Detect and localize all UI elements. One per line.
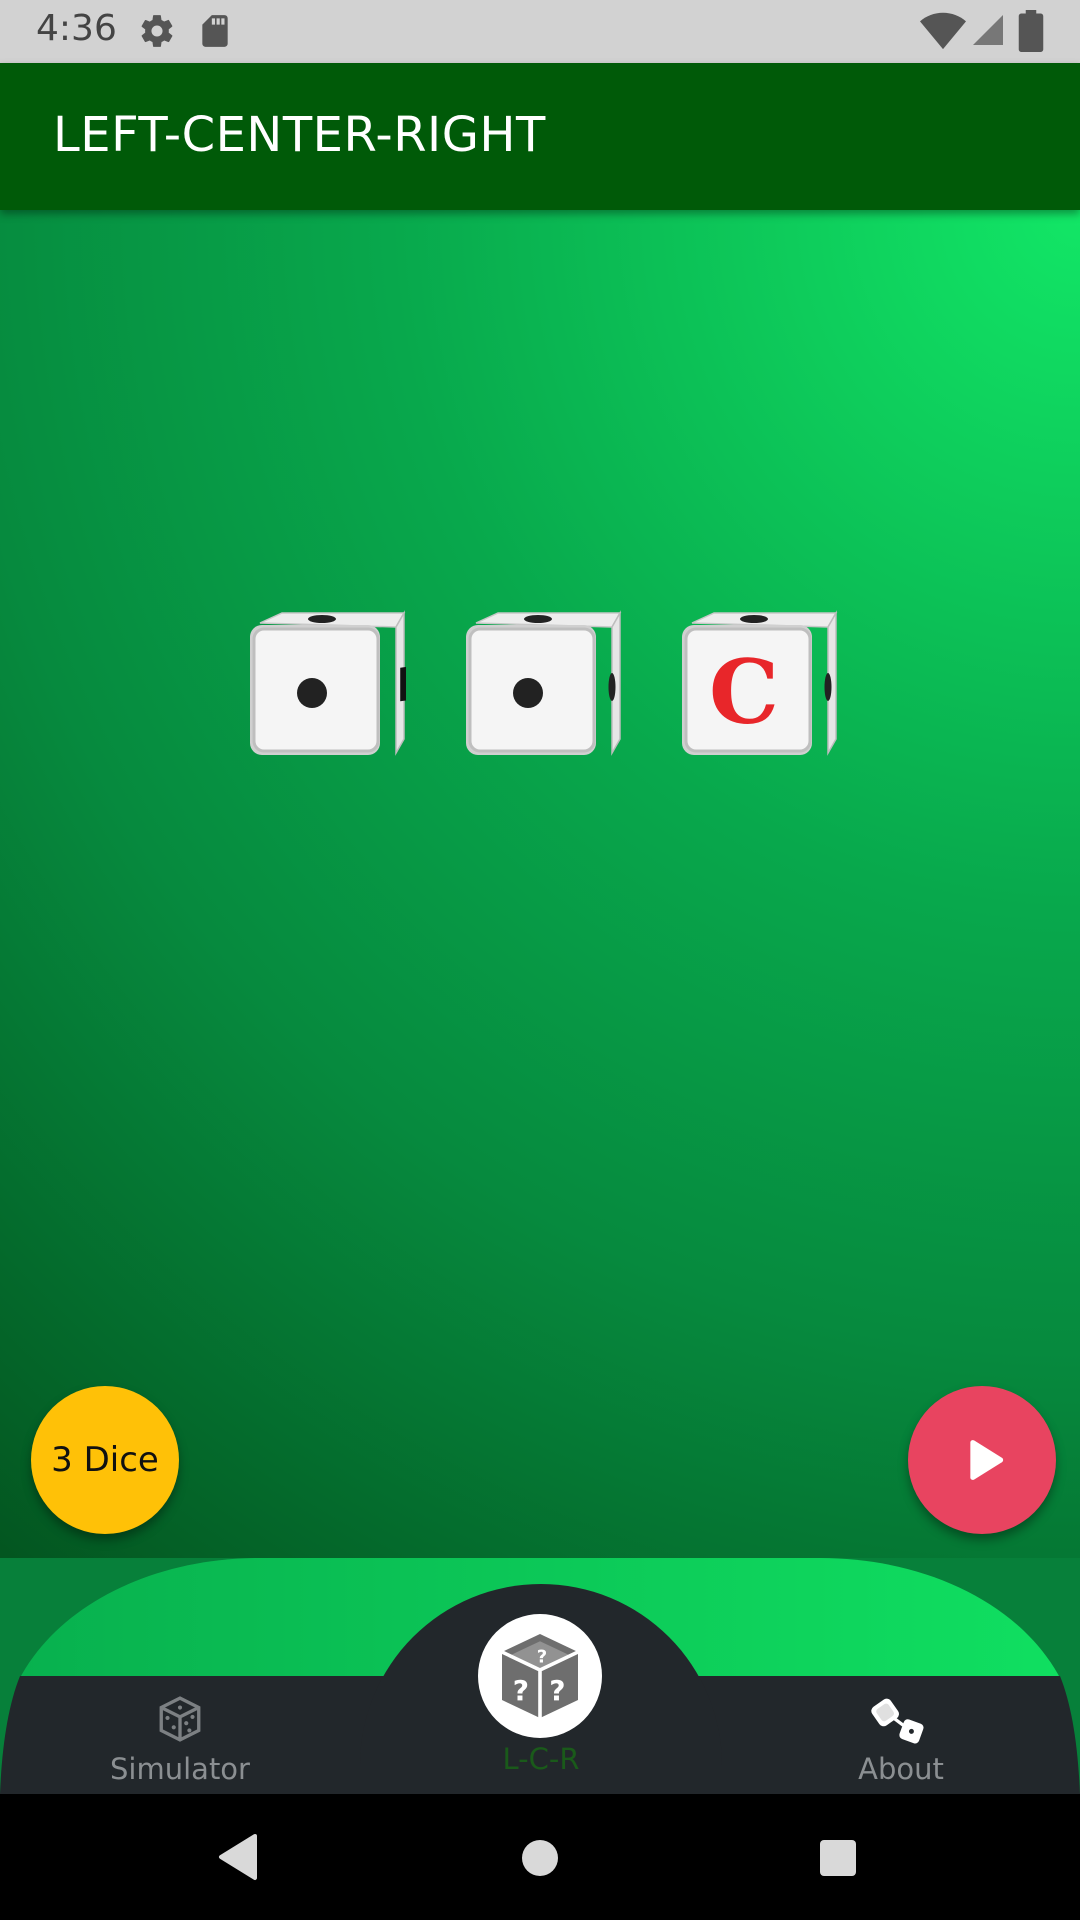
svg-text:?: ? — [549, 1674, 565, 1707]
nav-item-lcr[interactable]: ? ? ? — [478, 1614, 602, 1738]
battery-icon — [1018, 10, 1044, 52]
dice-row: R C — [0, 605, 1080, 775]
mystery-dice-icon: ? ? ? — [501, 1634, 579, 1718]
bottom-navigation: Simulator ? ? ? L-C-R About — [0, 1558, 1080, 1884]
status-time: 4:36 — [36, 8, 117, 49]
svg-text:?: ? — [537, 1646, 547, 1667]
dice-outline-icon — [159, 1696, 201, 1742]
home-icon[interactable] — [520, 1838, 560, 1878]
svg-text:?: ? — [513, 1674, 529, 1707]
svg-text:R: R — [396, 654, 406, 713]
sd-card-icon — [202, 15, 228, 47]
svg-text:C: C — [709, 640, 779, 744]
nav-label-about: About — [858, 1752, 944, 1786]
game-table: R C 3 Dice — [0, 210, 1080, 1560]
back-icon[interactable] — [215, 1832, 259, 1882]
app-bar: LEFT-CENTER-RIGHT — [0, 63, 1080, 210]
dice-count-label: 3 Dice — [51, 1440, 159, 1480]
play-icon — [970, 1440, 1004, 1480]
cell-signal-icon — [973, 15, 1003, 45]
dice-count-button[interactable]: 3 Dice — [31, 1386, 179, 1534]
wifi-icon — [920, 12, 966, 50]
nav-label-simulator: Simulator — [110, 1752, 250, 1786]
nav-label-lcr: L-C-R — [502, 1742, 580, 1776]
system-navigation-bar — [0, 1794, 1080, 1920]
gear-icon — [141, 15, 173, 47]
die-1[interactable]: R — [246, 605, 406, 765]
nav-item-simulator[interactable]: Simulator — [0, 1676, 360, 1794]
roll-button[interactable] — [908, 1386, 1056, 1534]
recents-icon[interactable] — [818, 1838, 858, 1878]
die-3[interactable]: C — [678, 605, 838, 765]
status-bar: 4:36 — [0, 0, 1080, 63]
nav-item-about[interactable]: About — [722, 1676, 1080, 1794]
die-2[interactable] — [462, 605, 622, 765]
page-title: LEFT-CENTER-RIGHT — [53, 107, 546, 163]
dice-pair-icon — [871, 1698, 924, 1744]
